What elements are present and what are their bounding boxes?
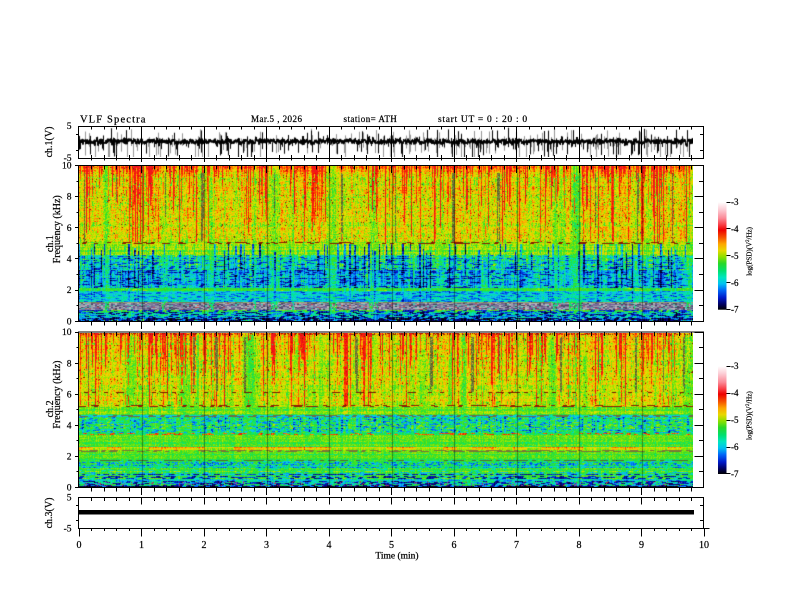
svg-text:8: 8	[67, 359, 72, 369]
svg-text:10: 10	[699, 540, 709, 551]
svg-text:-5: -5	[64, 524, 72, 534]
svg-text:0: 0	[67, 317, 72, 327]
svg-text:0: 0	[77, 540, 82, 551]
svg-text:2: 2	[67, 452, 72, 462]
svg-text:3: 3	[264, 540, 269, 551]
svg-text:Frequency (kHz): Frequency (kHz)	[52, 361, 63, 429]
svg-text:ch.1(V): ch.1(V)	[44, 127, 55, 158]
svg-text:-6: -6	[731, 278, 739, 288]
svg-text:10: 10	[62, 328, 72, 338]
svg-text:5: 5	[67, 494, 72, 504]
svg-text:4: 4	[67, 255, 72, 265]
svg-text:7: 7	[514, 540, 519, 551]
svg-text:-6: -6	[731, 442, 739, 452]
svg-text:ch.3(V): ch.3(V)	[44, 498, 55, 529]
svg-text:station= ATH: station= ATH	[344, 114, 398, 124]
svg-text:5: 5	[67, 122, 72, 132]
svg-text:Frequency (kHz): Frequency (kHz)	[52, 195, 63, 263]
svg-text:2: 2	[67, 286, 72, 296]
svg-text:start UT = 0 : 20 : 0: start UT = 0 : 20 : 0	[438, 115, 528, 125]
svg-text:4: 4	[327, 540, 332, 551]
svg-text:log(PSD)(V2/Hz): log(PSD)(V2/Hz)	[746, 226, 754, 275]
svg-text:-7: -7	[731, 469, 739, 479]
svg-text:10: 10	[62, 162, 72, 172]
svg-text:2: 2	[202, 540, 207, 551]
svg-text:6: 6	[67, 224, 72, 234]
svg-text:-3: -3	[731, 197, 739, 207]
svg-text:-3: -3	[731, 361, 739, 371]
svg-text:9: 9	[639, 540, 644, 551]
svg-text:8: 8	[577, 540, 582, 551]
svg-text:5: 5	[389, 540, 394, 551]
svg-text:-7: -7	[731, 305, 739, 315]
svg-text:-4: -4	[731, 224, 739, 234]
svg-text:-5: -5	[731, 251, 739, 261]
svg-text:8: 8	[67, 193, 72, 203]
svg-text:Time (min): Time (min)	[375, 551, 418, 562]
svg-text:6: 6	[452, 540, 457, 551]
svg-text:1: 1	[139, 540, 144, 551]
svg-text:VLF Spectra: VLF Spectra	[80, 114, 147, 125]
svg-text:4: 4	[67, 421, 72, 431]
svg-text:-4: -4	[731, 388, 739, 398]
svg-text:6: 6	[67, 390, 72, 400]
svg-text:-5: -5	[731, 415, 739, 425]
svg-text:log(PSD)(V2/Hz): log(PSD)(V2/Hz)	[746, 391, 754, 440]
svg-text:Mar.5 , 2026: Mar.5 , 2026	[251, 114, 302, 124]
svg-text:0: 0	[67, 484, 72, 494]
